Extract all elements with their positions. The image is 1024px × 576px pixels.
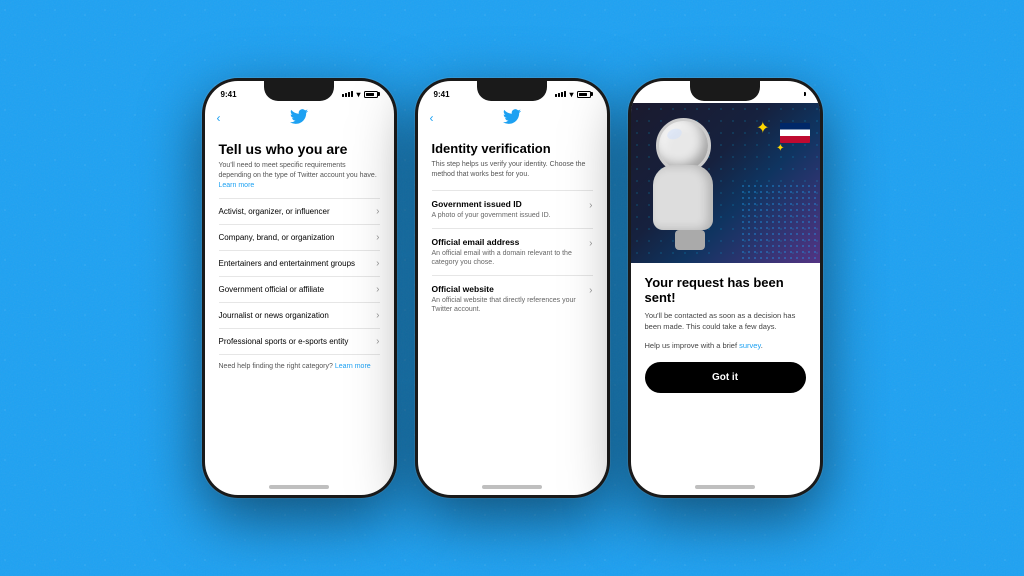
nav-bar-1: ‹ xyxy=(205,103,394,133)
signal-bars-3 xyxy=(768,91,779,97)
notch-3 xyxy=(690,81,760,101)
phone2-title: Identity verification xyxy=(432,141,593,156)
twitter-logo-2 xyxy=(503,109,521,127)
screen-1: ‹ Tell us who you are You'll need to mee… xyxy=(205,103,394,479)
menu-item-1[interactable]: Company, brand, or organization › xyxy=(219,224,380,250)
menu-item-4[interactable]: Journalist or news organization › xyxy=(219,302,380,328)
phone1-footer: Need help finding the right category? Le… xyxy=(219,354,380,378)
battery-fill xyxy=(366,93,374,96)
signal-bar xyxy=(342,94,344,97)
wifi-icon: ▾ xyxy=(356,90,360,99)
phone-2: 9:41 ▾ ‹ xyxy=(415,78,610,498)
phone2-subtitle: This step helps us verify your identity.… xyxy=(432,160,593,180)
home-indicator-3 xyxy=(631,479,820,495)
phone3-survey: Help us improve with a brief survey. xyxy=(645,341,806,350)
phone3-content: ✦ ✦ Your request has been sent! You'll b… xyxy=(631,103,820,479)
wifi-icon: ▾ xyxy=(782,90,786,99)
home-bar xyxy=(695,485,755,489)
notch-1 xyxy=(264,81,334,101)
signal-bar xyxy=(348,92,350,97)
menu-item-5[interactable]: Professional sports or e-sports entity › xyxy=(219,328,380,354)
time-1: 9:41 xyxy=(221,90,237,99)
time-3: 9:41 xyxy=(647,90,663,99)
screen-2: ‹ Identity verification This step helps … xyxy=(418,103,607,479)
screen-3: ✦ ✦ Your request has been sent! You'll b… xyxy=(631,103,820,479)
signal-bar xyxy=(345,93,347,97)
home-indicator-2 xyxy=(418,479,607,495)
phone1-content: Tell us who you are You'll need to meet … xyxy=(205,133,394,479)
chevron-icon: › xyxy=(376,310,379,321)
time-2: 9:41 xyxy=(434,90,450,99)
star-icon: ✦ xyxy=(776,143,784,154)
signal-bar xyxy=(564,91,566,97)
chevron-icon: › xyxy=(589,200,592,211)
phone1-subtitle: You'll need to meet specific requirement… xyxy=(219,161,380,190)
home-bar xyxy=(482,485,542,489)
survey-link[interactable]: survey xyxy=(739,341,761,350)
menu-item-0[interactable]: Activist, organizer, or influencer › xyxy=(219,198,380,224)
back-button-2[interactable]: ‹ xyxy=(430,111,434,125)
signal-bar xyxy=(774,92,776,97)
signal-bars-1 xyxy=(342,91,353,97)
signal-bar xyxy=(777,91,779,97)
wifi-icon: ▾ xyxy=(569,90,573,99)
halftone-pattern xyxy=(740,183,820,263)
signal-bar xyxy=(768,94,770,97)
verify-option-2[interactable]: Official website An official website tha… xyxy=(432,275,593,322)
battery-icon xyxy=(364,91,378,98)
status-icons-3: ▾ xyxy=(768,90,803,99)
signal-bar xyxy=(351,91,353,97)
astronaut-figure xyxy=(646,113,746,243)
phone2-content: Identity verification This step helps us… xyxy=(418,133,607,479)
signal-bars-2 xyxy=(555,91,566,97)
chevron-icon: › xyxy=(376,284,379,295)
battery-fill xyxy=(792,93,800,96)
chevron-icon: › xyxy=(589,285,592,296)
phone3-desc: You'll be contacted as soon as a decisio… xyxy=(645,311,806,333)
battery-icon xyxy=(577,91,591,98)
suit-details xyxy=(675,230,705,250)
chevron-icon: › xyxy=(376,232,379,243)
menu-item-2[interactable]: Entertainers and entertainment groups › xyxy=(219,250,380,276)
phone3-bottom: Your request has been sent! You'll be co… xyxy=(631,263,820,479)
chevron-icon: › xyxy=(589,238,592,249)
twitter-logo-1 xyxy=(290,109,308,127)
signal-bar xyxy=(771,93,773,97)
chevron-icon: › xyxy=(376,336,379,347)
menu-item-3[interactable]: Government official or affiliate › xyxy=(219,276,380,302)
home-indicator-1 xyxy=(205,479,394,495)
phone-1: 9:41 ▾ ‹ xyxy=(202,78,397,498)
chevron-icon: › xyxy=(376,258,379,269)
home-bar xyxy=(269,485,329,489)
notch-2 xyxy=(477,81,547,101)
got-it-button[interactable]: Got it xyxy=(645,362,806,393)
phone1-title: Tell us who you are xyxy=(219,141,380,157)
phone-3: 9:41 ▾ xyxy=(628,78,823,498)
back-button-1[interactable]: ‹ xyxy=(217,111,221,125)
battery-icon xyxy=(790,91,804,98)
verify-option-1[interactable]: Official email address An official email… xyxy=(432,228,593,275)
verify-option-0[interactable]: Government issued ID A photo of your gov… xyxy=(432,190,593,228)
signal-bar xyxy=(561,92,563,97)
astronaut-image: ✦ ✦ xyxy=(631,103,820,263)
status-icons-1: ▾ xyxy=(342,90,377,99)
signal-bar xyxy=(558,93,560,97)
learn-more-link-1[interactable]: Learn more xyxy=(219,182,255,189)
star-icon: ✦ xyxy=(756,118,769,138)
chevron-icon: › xyxy=(376,206,379,217)
battery-fill xyxy=(579,93,587,96)
nav-bar-2: ‹ xyxy=(418,103,607,133)
phone3-title: Your request has been sent! xyxy=(645,275,806,305)
signal-bar xyxy=(555,94,557,97)
learn-more-link-2[interactable]: Learn more xyxy=(335,363,371,370)
flag-decoration xyxy=(780,123,810,143)
status-icons-2: ▾ xyxy=(555,90,590,99)
spacesuit-body xyxy=(653,165,713,230)
